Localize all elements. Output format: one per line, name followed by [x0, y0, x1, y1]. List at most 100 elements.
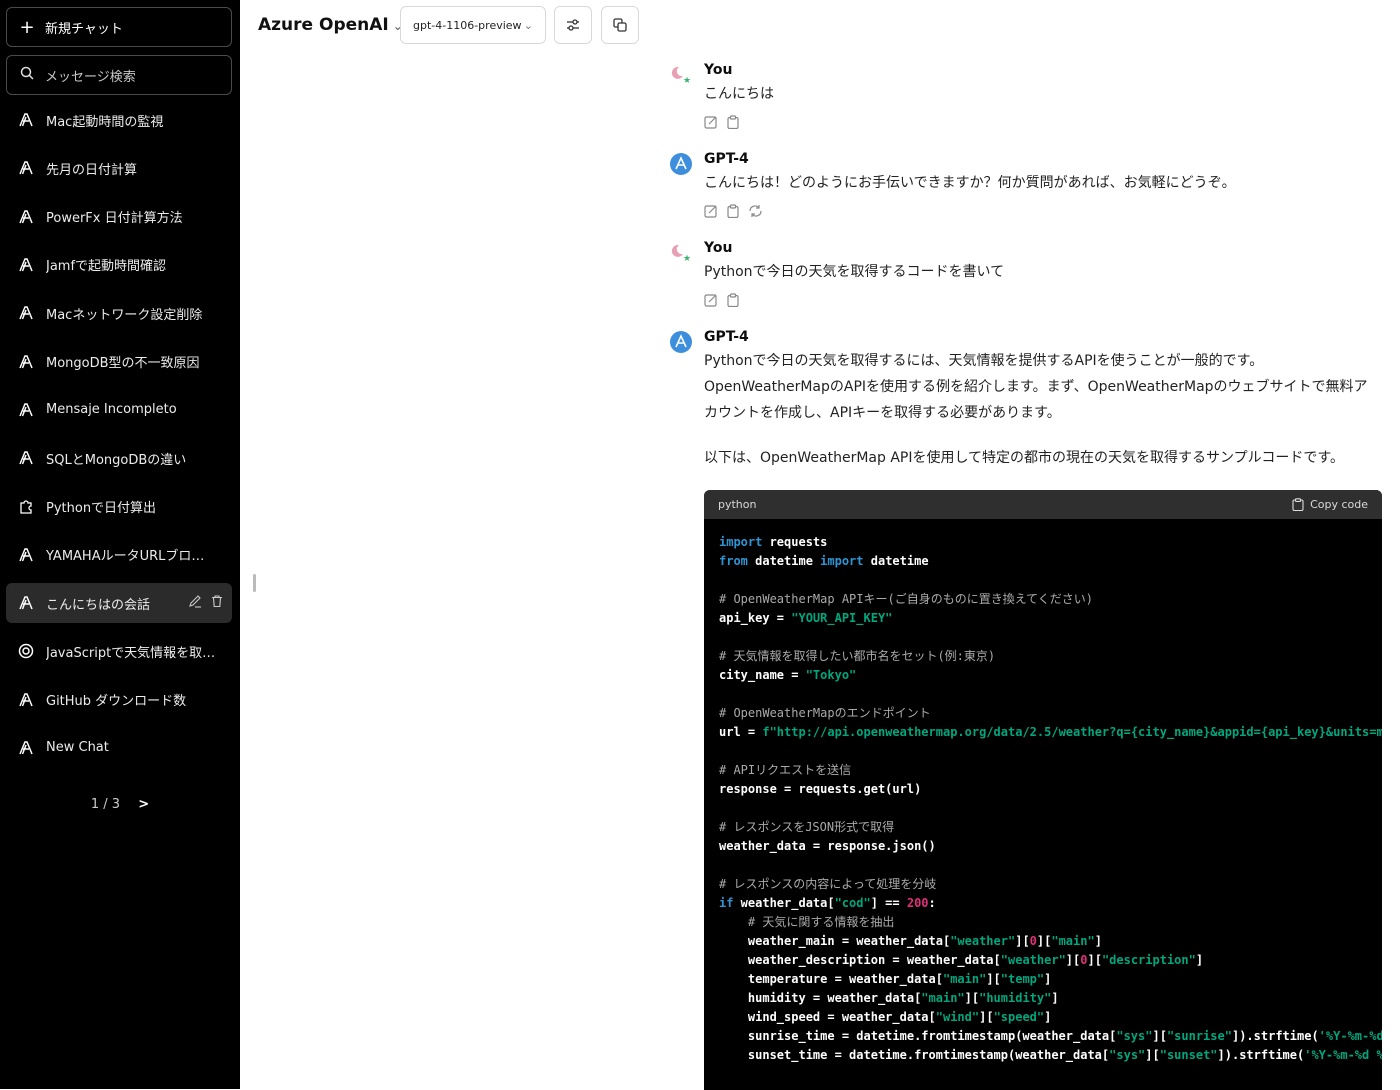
- new-chat-button[interactable]: + 新規チャット: [6, 7, 232, 47]
- message-assistant-2: GPT-4 Pythonで今日の天気を取得するには、天気情報を提供するAPIを使…: [670, 329, 1380, 479]
- code-line: ​: [719, 856, 1382, 875]
- azure-openai-icon: [17, 594, 35, 612]
- openai-icon: [17, 642, 35, 660]
- search-placeholder: メッセージ検索: [45, 69, 136, 85]
- search-icon: [19, 66, 35, 84]
- conversation-actions: [188, 594, 224, 612]
- azure-openai-icon: [17, 208, 35, 226]
- code-line: humidity = weather_data["main"]["humidit…: [719, 991, 1059, 1005]
- code-content: import requests from datetime import date…: [704, 519, 1382, 1065]
- sidebar-conversation-item[interactable]: PowerFx 日付計算方法: [6, 197, 232, 237]
- sidebar-conversation-item[interactable]: SQLとMongoDBの違い: [6, 438, 232, 478]
- svg-text:★: ★: [683, 76, 691, 86]
- sidebar-conversation-item[interactable]: Mac起動時間の監視: [6, 100, 232, 140]
- message-paragraph: Pythonで今日の天気を取得するには、天気情報を提供するAPIを使うことが一般…: [704, 353, 1368, 421]
- code-line: if weather_data["cod"] == 200:: [719, 896, 936, 910]
- sidebar-conversation-item[interactable]: 先月の日付計算: [6, 148, 232, 188]
- edit-icon[interactable]: [704, 203, 718, 222]
- copy-conversation-button[interactable]: [601, 6, 639, 44]
- code-language: python: [718, 498, 757, 511]
- model-label: gpt-4-1106-preview: [413, 18, 522, 32]
- sidebar-item-label: New Chat: [46, 740, 109, 756]
- settings-sliders-button[interactable]: [554, 6, 592, 44]
- plus-icon: +: [19, 16, 35, 38]
- rename-icon[interactable]: [188, 594, 202, 612]
- code-line: # レスポンスの内容によって処理を分岐: [719, 877, 937, 891]
- code-line: sunrise_time = datetime.fromtimestamp(we…: [719, 1029, 1382, 1043]
- sidebar: + 新規チャット メッセージ検索 Mac起動時間の監視先月の日付計算 PowerF…: [0, 0, 240, 1089]
- chevron-down-icon: ⌄: [523, 18, 533, 32]
- code-line: from datetime import datetime: [719, 554, 929, 568]
- code-line: ​: [719, 799, 1382, 818]
- model-selector[interactable]: gpt-4-1106-preview ⌄: [400, 6, 546, 44]
- message-author: You: [704, 62, 733, 78]
- pagination: 1 / 3 >: [0, 797, 240, 812]
- message-text: Pythonで今日の天気を取得するコードを書いて: [704, 264, 1005, 280]
- new-chat-label: 新規チャット: [45, 21, 123, 37]
- next-page-button[interactable]: >: [138, 797, 149, 812]
- user-avatar-icon: ★: [671, 244, 691, 264]
- code-line: api_key = "YOUR_API_KEY": [719, 611, 893, 625]
- copy-code-label: Copy code: [1310, 498, 1368, 511]
- search-input[interactable]: メッセージ検索: [6, 55, 232, 95]
- sidebar-item-label: YAMAHAルータURLブロック: [46, 549, 216, 565]
- code-line: city_name = "Tokyo": [719, 668, 857, 682]
- sidebar-item-label: MongoDB型の不一致原因: [46, 356, 200, 371]
- sidebar-conversation-item[interactable]: GitHub ダウンロード数: [6, 680, 232, 720]
- edit-icon[interactable]: [704, 292, 718, 311]
- azure-openai-avatar-icon: [670, 331, 692, 353]
- sidebar-resize-handle[interactable]: [253, 574, 256, 592]
- page-indicator: 1 / 3: [90, 797, 121, 812]
- copy-code-button[interactable]: Copy code: [1292, 498, 1368, 511]
- message-author: GPT-4: [704, 329, 749, 345]
- sidebar-item-label: GitHub ダウンロード数: [46, 694, 187, 710]
- azure-openai-icon: [17, 256, 35, 274]
- azure-openai-icon: [17, 353, 35, 371]
- message-actions: [704, 203, 763, 222]
- regenerate-icon[interactable]: [748, 203, 763, 222]
- sidebar-item-label: Mensaje Incompleto: [46, 402, 177, 418]
- message-user-2: ★ You Pythonで今日の天気を取得するコードを書いて: [670, 240, 1380, 310]
- code-line: weather_main = weather_data["weather"][0…: [719, 934, 1102, 948]
- azure-openai-avatar-icon: [670, 153, 692, 175]
- clipboard-icon[interactable]: [726, 114, 740, 133]
- sidebar-item-label: JavaScriptで天気情報を取得する方法: [46, 645, 216, 661]
- sidebar-item-label: Macネットワーク設定削除: [46, 307, 203, 323]
- sidebar-item-label: Pythonで日付算出: [46, 500, 157, 516]
- code-line: wind_speed = weather_data["wind"]["speed…: [719, 1010, 1052, 1024]
- edit-icon[interactable]: [704, 114, 718, 133]
- sidebar-conversation-item[interactable]: JavaScriptで天気情報を取得する方法: [6, 631, 232, 671]
- clipboard-icon[interactable]: [726, 292, 740, 311]
- code-line: response = requests.get(url): [719, 782, 922, 796]
- code-block-header: python Copy code: [704, 490, 1382, 519]
- code-line: temperature = weather_data["main"]["temp…: [719, 972, 1052, 986]
- message-author: You: [704, 240, 733, 256]
- code-line: ​: [719, 628, 1382, 647]
- code-line: weather_data = response.json(): [719, 839, 936, 853]
- code-line: ​: [719, 571, 1382, 590]
- clipboard-icon[interactable]: [726, 203, 740, 222]
- message-user-1: ★ You こんにちは: [670, 62, 1380, 132]
- code-line: # 天気情報を取得したい都市名をセット(例:東京): [719, 649, 996, 663]
- endpoint-label: Azure OpenAI: [258, 15, 389, 35]
- code-line: ​: [719, 742, 1382, 761]
- code-line: # 天気に関する情報を抽出: [719, 915, 895, 929]
- trash-icon[interactable]: [210, 594, 224, 612]
- sidebar-conversation-item[interactable]: New Chat: [6, 728, 232, 768]
- code-line: ​: [719, 685, 1382, 704]
- azure-openai-icon: [17, 111, 35, 129]
- sidebar-conversation-item[interactable]: Pythonで日付算出: [6, 486, 232, 526]
- sidebar-conversation-item[interactable]: Mensaje Incompleto: [6, 390, 232, 430]
- sidebar-conversation-item[interactable]: Macネットワーク設定削除: [6, 293, 232, 333]
- sidebar-conversation-item[interactable]: Jamfで起動時間確認: [6, 245, 232, 285]
- code-line: # OpenWeatherMapのエンドポイント: [719, 706, 931, 720]
- sidebar-item-label: Mac起動時間の監視: [46, 114, 164, 130]
- code-line: url = f"http://api.openweathermap.org/da…: [719, 725, 1382, 739]
- code-line: # OpenWeatherMap APIキー(ご自身のものに置き換えてください): [719, 592, 1093, 606]
- sidebar-conversation-item[interactable]: MongoDB型の不一致原因: [6, 342, 232, 382]
- sliders-icon: [567, 19, 579, 31]
- sidebar-conversation-item[interactable]: YAMAHAルータURLブロック: [6, 535, 232, 575]
- sidebar-item-label: こんにちはの会話: [46, 597, 151, 613]
- endpoint-selector[interactable]: Azure OpenAI ⌄: [258, 15, 403, 35]
- sidebar-conversation-item[interactable]: こんにちはの会話: [6, 583, 232, 623]
